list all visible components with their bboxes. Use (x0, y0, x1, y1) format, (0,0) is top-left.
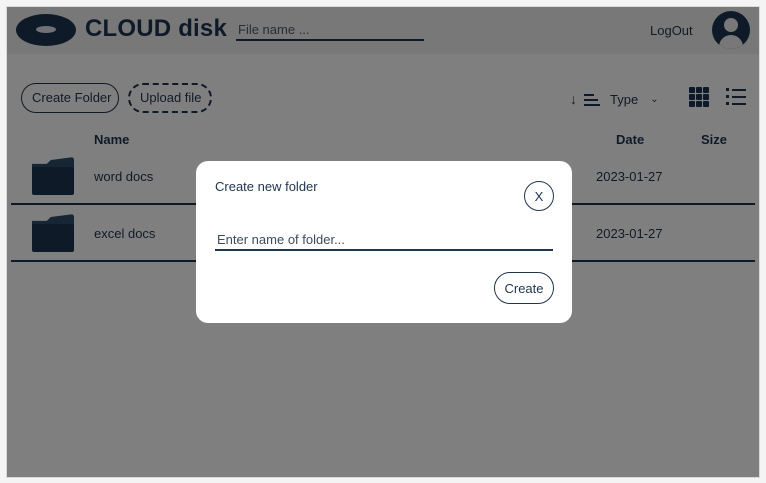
folder-name-input[interactable] (215, 229, 553, 251)
modal-title: Create new folder (215, 179, 318, 194)
app-window: CLOUD disk LogOut Create Folder Upload f… (6, 6, 760, 478)
close-button[interactable]: X (524, 181, 554, 211)
create-folder-modal: Create new folder X Create (196, 161, 572, 323)
create-button[interactable]: Create (494, 272, 554, 304)
